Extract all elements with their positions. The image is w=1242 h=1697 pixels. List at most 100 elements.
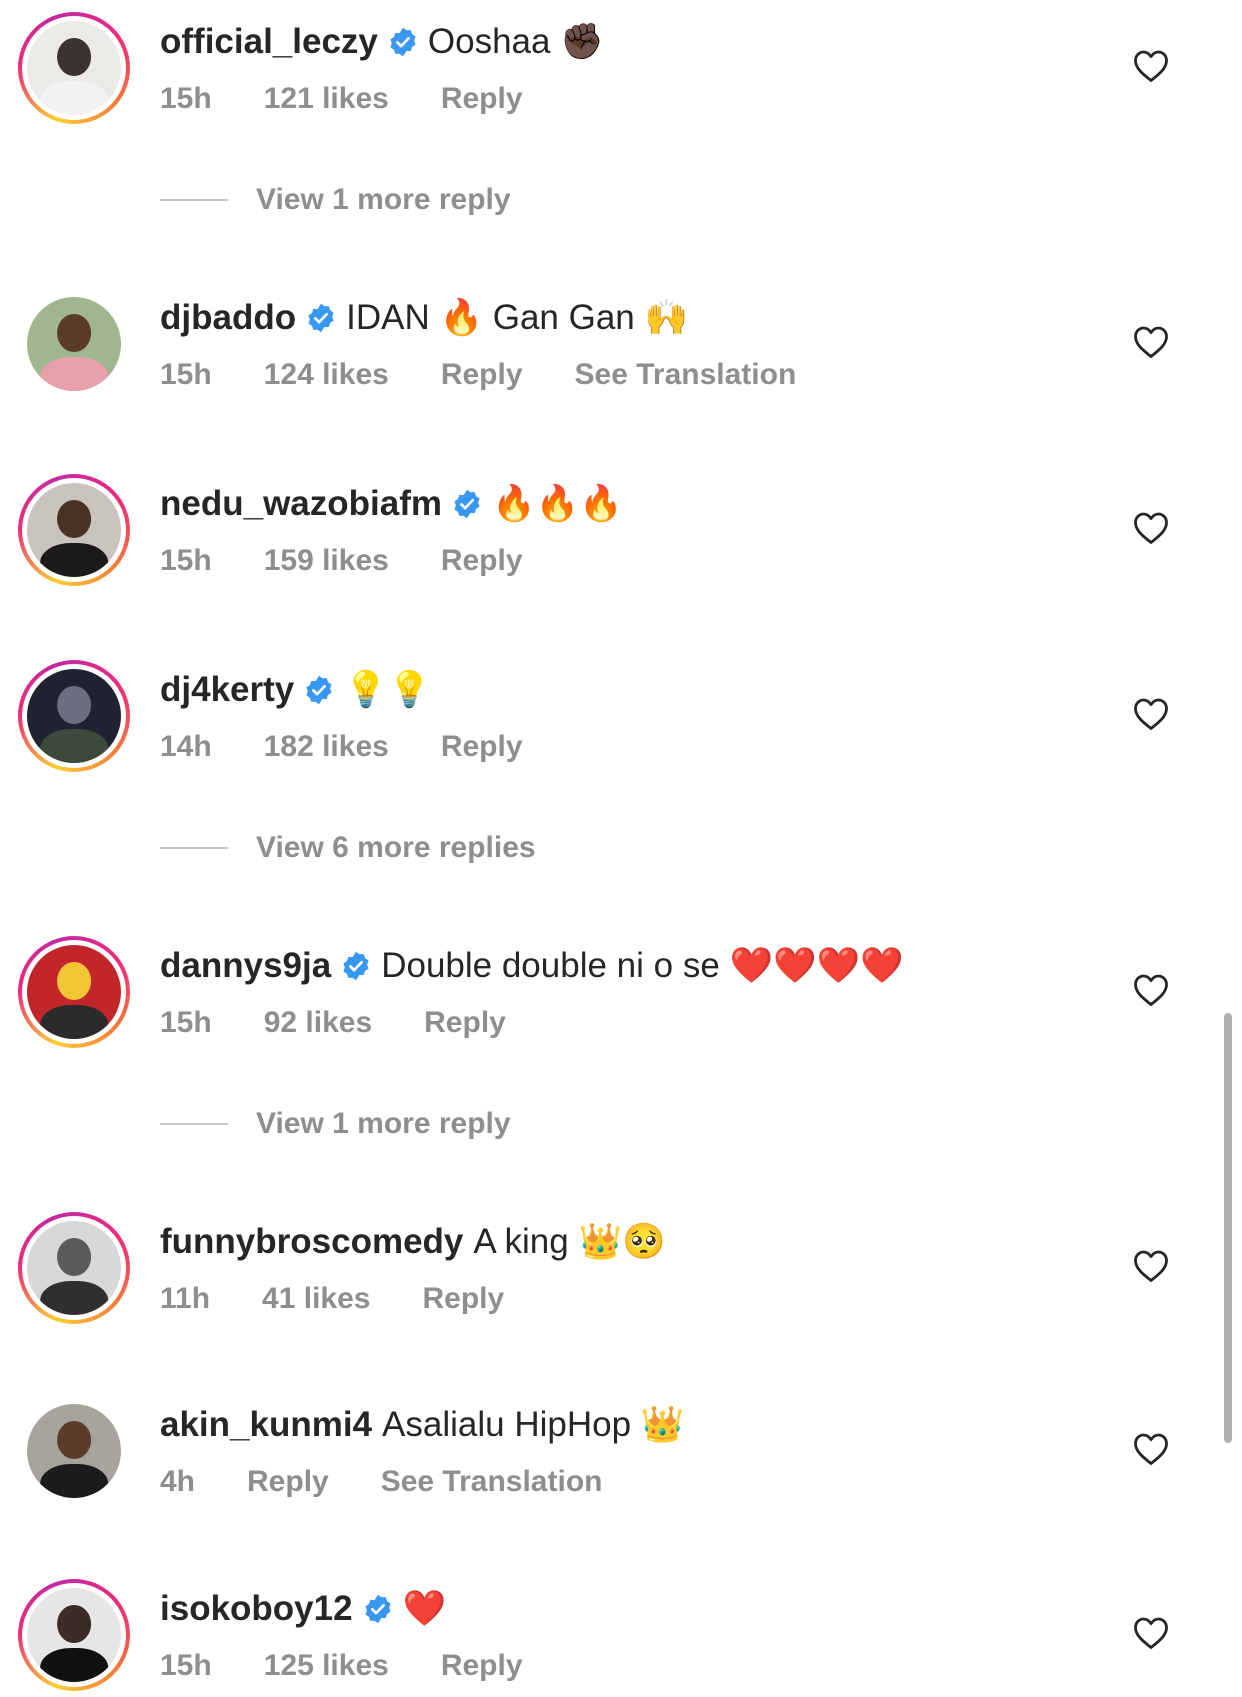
avatar-story-ring[interactable] bbox=[18, 1212, 130, 1324]
comment-username[interactable]: nedu_wazobiafm bbox=[160, 482, 442, 526]
avatar bbox=[27, 21, 121, 115]
heart-outline-icon[interactable] bbox=[1133, 1432, 1169, 1466]
comment-line: official_leczy Ooshaa ✊🏿 bbox=[160, 20, 604, 64]
reply-button[interactable]: Reply bbox=[247, 1464, 329, 1500]
verified-badge-icon bbox=[306, 303, 336, 333]
comment-item: official_leczy Ooshaa ✊🏿 15h 121 likes R… bbox=[0, 10, 1242, 130]
comment-time: 11h bbox=[160, 1282, 211, 1315]
comment-likes[interactable]: 121 likes bbox=[264, 81, 389, 117]
heart-outline-icon[interactable] bbox=[1133, 325, 1169, 359]
comment-item: funnybroscomedy A king 👑🥺 11h 41 likes R… bbox=[0, 1210, 1242, 1330]
comment-time: 14h bbox=[160, 730, 212, 763]
comment-text: IDAN 🔥 Gan Gan 🙌 bbox=[346, 298, 689, 337]
scrollbar[interactable] bbox=[1224, 1013, 1232, 1443]
see-translation-button[interactable]: See Translation bbox=[381, 1464, 603, 1500]
heart-outline-icon[interactable] bbox=[1133, 697, 1169, 731]
comment-time: 15h bbox=[160, 1649, 212, 1682]
comment-likes[interactable]: 125 likes bbox=[264, 1648, 389, 1684]
verified-badge-icon bbox=[363, 1594, 393, 1624]
reply-button[interactable]: Reply bbox=[422, 1281, 504, 1317]
comment-text: Ooshaa ✊🏿 bbox=[427, 22, 604, 61]
heart-outline-icon[interactable] bbox=[1133, 1249, 1169, 1283]
avatar bbox=[27, 1404, 121, 1498]
verified-badge-icon bbox=[341, 951, 371, 981]
comment-line: dj4kerty 💡💡 bbox=[160, 668, 431, 712]
reply-button[interactable]: Reply bbox=[441, 729, 523, 765]
comment-line: akin_kunmi4 Asalialu HipHop 👑 bbox=[160, 1403, 684, 1447]
comment-username[interactable]: funnybroscomedy bbox=[160, 1220, 463, 1264]
comment-text: 🔥🔥🔥 bbox=[491, 484, 623, 523]
view-more-replies-label[interactable]: View 1 more reply bbox=[256, 1107, 511, 1141]
comment-time: 15h bbox=[160, 544, 212, 577]
comment-time: 15h bbox=[160, 358, 212, 391]
avatar bbox=[27, 945, 121, 1039]
avatar-ring[interactable] bbox=[18, 1395, 130, 1507]
view-more-replies[interactable]: View 6 more replies bbox=[160, 828, 536, 868]
comment-username[interactable]: djbaddo bbox=[160, 296, 296, 340]
comment-time: 15h bbox=[160, 1006, 212, 1039]
comment-meta: 15h 125 likes Reply bbox=[160, 1648, 575, 1684]
comment-meta: 4h Reply See Translation bbox=[160, 1464, 654, 1500]
comment-time: 15h bbox=[160, 82, 212, 115]
comment-text: A king 👑🥺 bbox=[473, 1222, 666, 1261]
view-more-replies[interactable]: View 1 more reply bbox=[160, 1104, 511, 1144]
comment-likes[interactable]: 92 likes bbox=[264, 1005, 372, 1041]
heart-outline-icon[interactable] bbox=[1133, 1616, 1169, 1650]
comment-text: Asalialu HipHop 👑 bbox=[382, 1405, 685, 1444]
comment-likes[interactable]: 182 likes bbox=[264, 729, 389, 765]
avatar bbox=[27, 483, 121, 577]
comment-item: dannys9ja Double double ni o se ❤️❤️❤️❤️… bbox=[0, 934, 1242, 1054]
heart-outline-icon[interactable] bbox=[1133, 49, 1169, 83]
comment-item: djbaddo IDAN 🔥 Gan Gan 🙌 15h 124 likes R… bbox=[0, 286, 1242, 406]
divider bbox=[160, 1123, 228, 1125]
comment-username[interactable]: dj4kerty bbox=[160, 668, 294, 712]
reply-button[interactable]: Reply bbox=[441, 357, 523, 393]
comment-text: 💡💡 bbox=[344, 670, 432, 709]
comment-line: nedu_wazobiafm 🔥🔥🔥 bbox=[160, 482, 623, 526]
comment-meta: 15h 159 likes Reply bbox=[160, 543, 575, 579]
see-translation-button[interactable]: See Translation bbox=[575, 357, 797, 393]
comment-meta: 15h 121 likes Reply bbox=[160, 81, 575, 117]
comment-text: Double double ni o se ❤️❤️❤️❤️ bbox=[381, 946, 904, 985]
verified-badge-icon bbox=[388, 27, 418, 57]
comment-username[interactable]: dannys9ja bbox=[160, 944, 331, 988]
reply-button[interactable]: Reply bbox=[441, 543, 523, 579]
avatar-story-ring[interactable] bbox=[18, 1579, 130, 1691]
avatar-ring[interactable] bbox=[18, 288, 130, 400]
comment-time: 4h bbox=[160, 1465, 196, 1498]
reply-button[interactable]: Reply bbox=[441, 81, 523, 117]
comment-meta: 11h 41 likes Reply bbox=[160, 1281, 556, 1317]
view-more-replies-label[interactable]: View 6 more replies bbox=[256, 831, 536, 865]
comment-item: akin_kunmi4 Asalialu HipHop 👑 4h Reply S… bbox=[0, 1393, 1242, 1513]
comment-likes[interactable]: 159 likes bbox=[264, 543, 389, 579]
avatar-story-ring[interactable] bbox=[18, 474, 130, 586]
comment-meta: 14h 182 likes Reply bbox=[160, 729, 575, 765]
verified-badge-icon bbox=[452, 489, 482, 519]
comment-item: dj4kerty 💡💡 14h 182 likes Reply bbox=[0, 658, 1242, 778]
view-more-replies-label[interactable]: View 1 more reply bbox=[256, 183, 511, 217]
comment-likes[interactable]: 124 likes bbox=[264, 357, 389, 393]
avatar bbox=[27, 297, 121, 391]
comment-meta: 15h 124 likes Reply See Translation bbox=[160, 357, 848, 393]
comment-line: isokoboy12 ❤️ bbox=[160, 1587, 446, 1631]
avatar bbox=[27, 1588, 121, 1682]
avatar bbox=[27, 1221, 121, 1315]
avatar-story-ring[interactable] bbox=[18, 936, 130, 1048]
avatar-story-ring[interactable] bbox=[18, 660, 130, 772]
comment-username[interactable]: isokoboy12 bbox=[160, 1587, 353, 1631]
verified-badge-icon bbox=[304, 675, 334, 705]
comment-item: nedu_wazobiafm 🔥🔥🔥 15h 159 likes Reply bbox=[0, 472, 1242, 592]
divider bbox=[160, 847, 228, 849]
heart-outline-icon[interactable] bbox=[1133, 973, 1169, 1007]
comment-likes[interactable]: 41 likes bbox=[262, 1281, 370, 1317]
avatar-story-ring[interactable] bbox=[18, 12, 130, 124]
comment-text: ❤️ bbox=[402, 1589, 447, 1628]
divider bbox=[160, 199, 228, 201]
comment-username[interactable]: official_leczy bbox=[160, 20, 378, 64]
heart-outline-icon[interactable] bbox=[1133, 511, 1169, 545]
view-more-replies[interactable]: View 1 more reply bbox=[160, 180, 511, 220]
comment-meta: 15h 92 likes Reply bbox=[160, 1005, 558, 1041]
reply-button[interactable]: Reply bbox=[441, 1648, 523, 1684]
reply-button[interactable]: Reply bbox=[424, 1005, 506, 1041]
comment-username[interactable]: akin_kunmi4 bbox=[160, 1403, 372, 1447]
